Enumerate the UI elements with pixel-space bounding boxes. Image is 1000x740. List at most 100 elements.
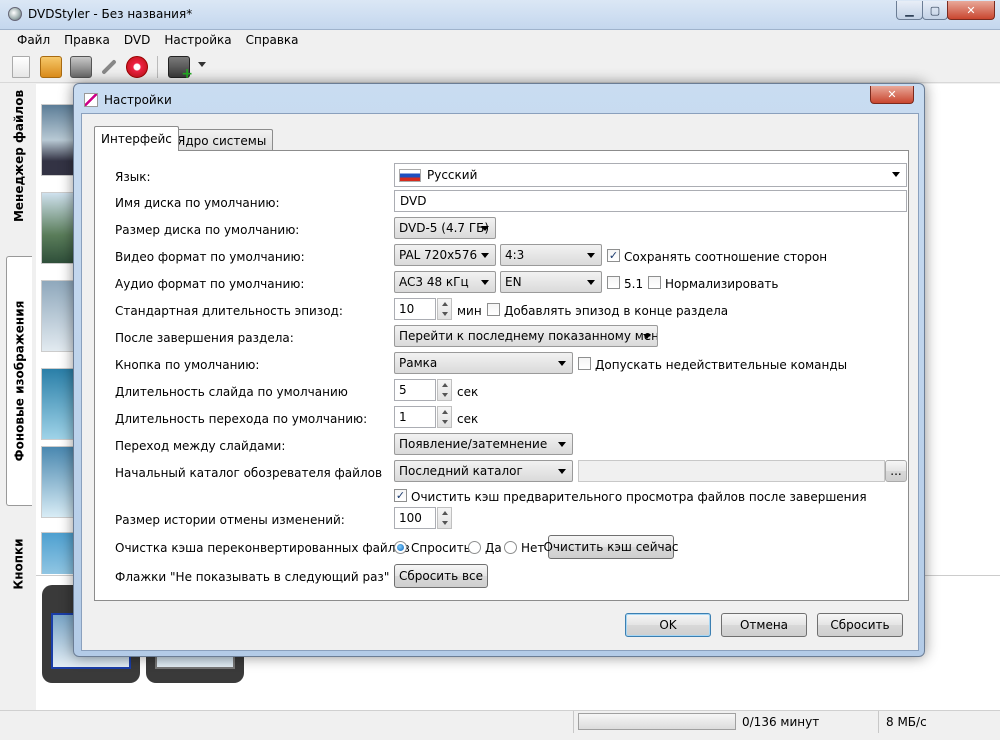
status-bar: 0/136 минут 8 МБ/с [0,710,1000,740]
chevron-down-icon [587,280,595,285]
clear-cache-now-button[interactable]: Очистить кэш сейчас [543,535,679,559]
menu-help[interactable]: Справка [239,33,306,47]
cache-no-label: Нет [521,541,545,555]
russian-flag-icon [399,168,421,182]
save-icon[interactable] [70,56,92,78]
tab-buttons[interactable]: Кнопки [6,524,32,604]
dialog-body: Интерфейс Ядро системы Язык: Русский Имя… [81,113,919,651]
menu-edit[interactable]: Правка [57,33,117,47]
audio-language-select[interactable]: EN [500,271,602,293]
clear-preview-cache-checkbox[interactable]: ✓ [394,489,407,502]
tab-backgrounds[interactable]: Фоновые изображения [6,256,32,506]
settings-wrench-icon[interactable] [97,56,119,78]
disc-usage-progress [578,713,736,730]
transition-duration-label: Длительность перехода по умолчанию: [115,412,368,426]
surround-label: 5.1 [624,277,644,291]
chevron-down-icon [481,226,489,231]
episode-length-input[interactable]: 10 [394,298,436,320]
audio-language-value: EN [505,275,522,289]
menu-settings[interactable]: Настройка [157,33,238,47]
slide-transition-label: Переход между слайдами: [115,439,286,453]
cache-no-radio[interactable] [504,541,517,554]
burn-disc-icon[interactable] [126,56,148,78]
cancel-button[interactable]: Отмена [721,613,807,637]
disc-name-input[interactable]: DVD [394,190,907,212]
add-episode-checkbox[interactable] [487,303,500,316]
slide-duration-unit: сек [457,385,479,399]
disc-size-label: Размер диска по умолчанию: [115,223,300,237]
dropdown-arrow-icon[interactable] [198,62,206,67]
menu-file[interactable]: Файл [10,33,57,47]
transition-duration-stepper[interactable] [437,406,452,428]
aspect-ratio-select[interactable]: 4:3 [500,244,602,266]
video-format-select[interactable]: PAL 720x576 [394,244,496,266]
dialog-title: Настройки [104,93,172,107]
invalid-commands-label: Допускать недействительные команды [595,358,848,372]
settings-icon [84,93,98,107]
video-format-value: PAL 720x576 [399,248,478,262]
transition-duration-input[interactable]: 1 [394,406,436,428]
disc-size-value: DVD-5 (4.7 ГБ) [399,221,490,235]
episode-length-stepper[interactable] [437,298,452,320]
tab-interface[interactable]: Интерфейс [94,126,179,151]
browser-dir-path-input[interactable] [578,460,885,482]
audio-format-select[interactable]: AC3 48 кГц [394,271,496,293]
open-folder-icon[interactable] [40,56,62,78]
video-format-label: Видео формат по умолчанию: [115,250,305,264]
slide-duration-stepper[interactable] [437,379,452,401]
add-file-icon[interactable] [168,56,193,82]
chevron-down-icon [558,361,566,366]
cache-ask-label: Спросить [411,541,471,555]
slide-transition-select[interactable]: Появление/затемнение [394,433,573,455]
dialog-close-button[interactable]: ✕ [870,86,914,104]
toolbar [0,50,1000,83]
status-separator [878,711,879,733]
keep-aspect-checkbox[interactable]: ✓ [607,249,620,262]
language-select[interactable]: Русский [394,163,907,187]
new-file-icon[interactable] [12,56,30,78]
chevron-down-icon [587,253,595,258]
after-chapter-select[interactable]: Перейти к последнему показанному меню [394,325,658,347]
bitrate: 8 МБ/с [886,715,927,729]
slide-duration-label: Длительность слайда по умолчанию [115,385,348,399]
tab-core[interactable]: Ядро системы [170,129,274,151]
browser-dir-label: Начальный каталог обозревателя файлов [115,466,383,480]
settings-dialog: Настройки ✕ Интерфейс Ядро системы Язык:… [73,83,925,657]
undo-history-stepper[interactable] [437,507,452,529]
invalid-commands-checkbox[interactable] [578,357,591,370]
tab-file-manager-label: Менеджер файлов [12,89,26,223]
undo-history-input[interactable]: 100 [394,507,436,529]
normalize-checkbox[interactable] [648,276,661,289]
aspect-ratio-value: 4:3 [505,248,525,262]
disc-size-select[interactable]: DVD-5 (4.7 ГБ) [394,217,496,239]
minimize-button[interactable]: ▁ [896,1,923,20]
slide-duration-input[interactable]: 5 [394,379,436,401]
menu-dvd[interactable]: DVD [117,33,157,47]
toolbar-separator [157,56,158,78]
maximize-button[interactable]: ▢ [922,1,948,20]
menu-bar: Файл Правка DVD Настройка Справка [0,30,1000,50]
title-bar: DVDStyler - Без названия* ▁ ▢ ✕ [0,0,1000,30]
default-button-select[interactable]: Рамка [394,352,573,374]
default-button-value: Рамка [399,356,438,370]
chevron-down-icon [481,253,489,258]
browser-dir-select[interactable]: Последний каталог [394,460,573,482]
reset-button[interactable]: Сбросить [817,613,903,637]
cache-yes-radio[interactable] [468,541,481,554]
language-label: Язык: [115,170,151,184]
surround-checkbox[interactable] [607,276,620,289]
browser-dir-value: Последний каталог [399,464,523,478]
background-thumbnails [36,84,78,574]
status-separator [573,711,574,733]
browse-button[interactable]: ... [885,460,907,482]
tab-backgrounds-label: Фоновые изображения [12,300,27,462]
reset-all-button[interactable]: Сбросить все [394,564,488,588]
transition-duration-unit: сек [457,412,479,426]
cache-ask-radio[interactable] [394,541,407,554]
keep-aspect-label: Сохранять соотношение сторон [624,250,828,264]
disc-minutes: 0/136 минут [742,715,820,729]
clear-preview-cache-label: Очистить кэш предварительного просмотра … [411,490,867,504]
close-button[interactable]: ✕ [947,1,995,20]
ok-button[interactable]: OK [625,613,711,637]
tab-file-manager[interactable]: Менеджер файлов [6,90,32,222]
